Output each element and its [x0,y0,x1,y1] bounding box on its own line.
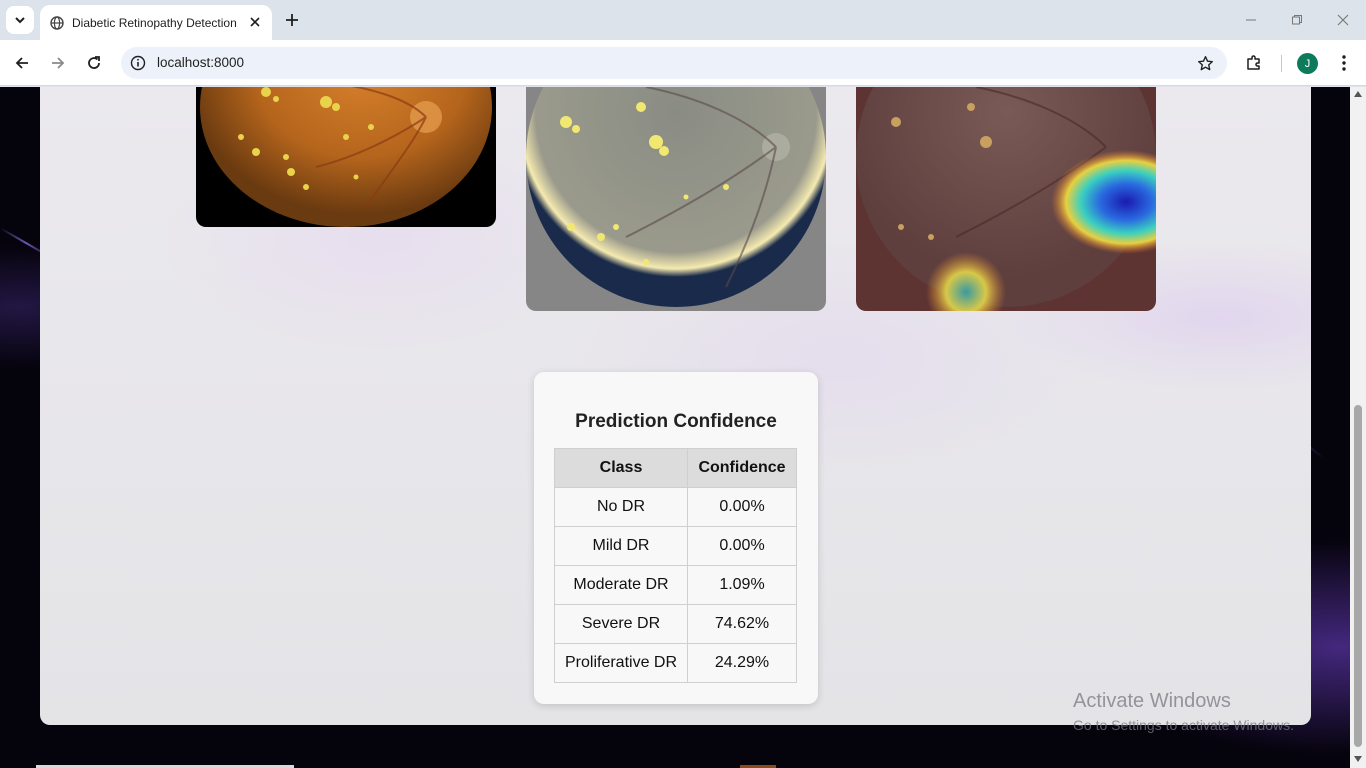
arrow-left-icon [15,57,28,69]
watermark-title: Activate Windows [1073,690,1231,712]
browser-toolbar: localhost:8000 J [0,40,1366,86]
class-cell: Moderate DR [554,565,688,605]
table-row: Proliferative DR 24.29% [554,643,797,683]
info-icon[interactable] [129,54,147,72]
watermark-subtitle: Go to Settings to activate Windows. [1073,717,1294,733]
tab-search-button[interactable] [6,6,34,34]
table-row: Severe DR 74.62% [554,604,797,644]
back-button[interactable] [8,49,36,77]
globe-icon [50,15,64,30]
kebab-menu-icon [1342,55,1346,71]
arrow-right-icon [52,57,65,69]
table-row: Mild DR 0.00% [554,526,797,566]
prediction-confidence-card: Prediction Confidence Class Confidence N… [534,372,818,704]
confidence-cell: 24.29% [687,643,797,683]
activate-windows-watermark: Activate Windows Go to Settings to activ… [1073,690,1294,733]
page-viewport: Prediction Confidence Class Confidence N… [0,87,1350,768]
plus-icon [286,14,298,26]
forward-button[interactable] [44,49,72,77]
puzzle-icon [1247,55,1260,70]
card-title: Prediction Confidence [575,411,777,432]
new-tab-button[interactable] [280,8,304,32]
minimize-icon [1246,19,1256,21]
extensions-button[interactable] [1242,51,1266,75]
class-cell: No DR [554,487,688,527]
confidence-table: Class Confidence No DR 0.00% Mild DR 0.0… [554,448,797,683]
restore-button[interactable] [1282,6,1312,34]
scroll-up-arrow-icon[interactable] [1353,89,1363,99]
toolbar-separator [1281,55,1282,72]
close-window-button[interactable] [1328,6,1358,34]
confidence-cell: 0.00% [687,487,797,527]
confidence-cell: 0.00% [687,526,797,566]
gradcam-heatmap-image [856,87,1156,311]
class-cell: Proliferative DR [554,643,688,683]
class-cell: Mild DR [554,526,688,566]
confidence-cell: 74.62% [687,604,797,644]
address-bar[interactable]: localhost:8000 [121,47,1227,79]
close-window-icon [1337,14,1349,26]
reload-button[interactable] [80,49,108,77]
chevron-down-icon [15,17,25,24]
active-tab[interactable]: Diabetic Retinopathy Detection [40,5,272,40]
browser-menu-button[interactable] [1334,51,1354,75]
reload-icon [88,56,100,69]
confidence-cell: 1.09% [687,565,797,605]
table-row: No DR 0.00% [554,487,797,527]
url-text[interactable]: localhost:8000 [157,55,244,70]
original-fundus-image [196,87,496,227]
content-panel: Prediction Confidence Class Confidence N… [40,87,1311,725]
close-icon[interactable] [246,13,264,31]
tab-strip: Diabetic Retinopathy Detection [0,0,1366,40]
column-header-class: Class [554,448,688,488]
scroll-thumb[interactable] [1354,405,1362,747]
preprocessed-fundus-image [526,87,826,311]
minimize-button[interactable] [1236,6,1266,34]
column-header-confidence: Confidence [687,448,797,488]
table-row: Moderate DR 1.09% [554,565,797,605]
restore-icon [1292,15,1302,25]
page-scrollbar[interactable] [1350,87,1366,768]
class-cell: Severe DR [554,604,688,644]
profile-avatar[interactable]: J [1297,53,1318,74]
table-header-row: Class Confidence [554,448,797,488]
star-icon[interactable] [1195,53,1215,73]
tab-title: Diabetic Retinopathy Detection [72,15,237,30]
scroll-down-arrow-icon[interactable] [1353,754,1363,764]
